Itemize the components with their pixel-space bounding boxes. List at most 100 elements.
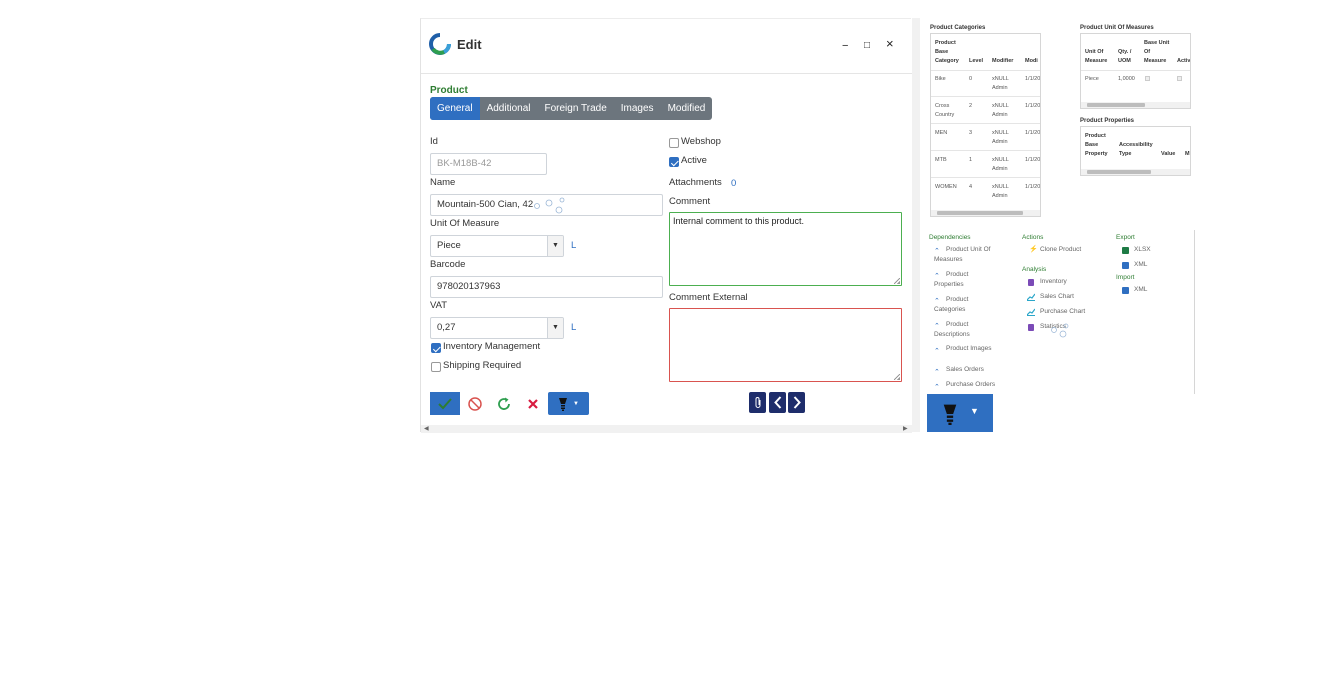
vat-select[interactable]: 0,27 ▼	[430, 317, 564, 339]
inventory-management-checkbox[interactable]	[431, 343, 441, 353]
caret-down-icon: ▼	[547, 318, 563, 338]
column-header[interactable]: Product Base Property	[1085, 132, 1119, 159]
chart-icon	[1027, 308, 1035, 316]
cell: 2	[969, 103, 973, 109]
cell: xNULL Admin	[992, 157, 1009, 172]
cell: WOMEN	[935, 184, 957, 190]
vertical-scrollbar[interactable]	[912, 18, 920, 432]
comment-external-textarea[interactable]	[669, 308, 902, 382]
column-header[interactable]: Level	[969, 57, 983, 66]
tab-general[interactable]: General	[430, 97, 480, 120]
row-divider	[931, 96, 1040, 97]
name-label: Name	[430, 177, 456, 188]
cell: MEN	[935, 130, 948, 136]
cell: 1	[969, 157, 973, 163]
column-header[interactable]: Modi	[1025, 57, 1038, 66]
report-icon	[1028, 279, 1034, 286]
refresh-icon	[497, 397, 510, 410]
chevron-left-icon	[773, 396, 781, 409]
webshop-checkbox[interactable]	[669, 138, 679, 148]
attachments-count-link[interactable]: 0	[731, 178, 736, 189]
menu-divider	[1194, 230, 1195, 394]
column-header[interactable]: Base Unit Of Measure	[1144, 39, 1170, 66]
window-title: Edit	[457, 37, 482, 52]
name-field[interactable]: Mountain-500 Cian, 42	[430, 194, 663, 216]
id-field: BK-M18B-42	[430, 153, 547, 175]
active-checkbox[interactable]	[669, 157, 679, 167]
grid-scrollbar[interactable]	[1081, 102, 1190, 108]
uom-panel-title: Product Unit Of Measures	[1080, 25, 1154, 31]
column-header[interactable]: Activ	[1177, 57, 1190, 66]
uom-select[interactable]: Piece ▼	[430, 235, 564, 257]
uom-grid: Unit Of Measure Qty. / UOM Base Unit Of …	[1080, 33, 1191, 109]
close-button[interactable]: ×	[886, 37, 894, 51]
previous-record-button[interactable]	[769, 392, 786, 413]
resize-grip-icon[interactable]	[894, 374, 900, 380]
active-label: Active	[681, 155, 707, 166]
resize-grip-icon[interactable]	[894, 278, 900, 284]
column-header[interactable]: Product Base Category	[935, 39, 969, 66]
cell: Piece	[1085, 76, 1099, 82]
tab-images[interactable]: Images	[614, 97, 661, 120]
id-label: Id	[430, 136, 438, 147]
tab-modified[interactable]: Modified	[661, 97, 713, 120]
horizontal-scrollbar[interactable]: ◀ ▶	[421, 425, 912, 433]
grid-scrollbar[interactable]	[1081, 169, 1190, 175]
caret-down-icon: ▼	[547, 236, 563, 256]
uom-label: Unit Of Measure	[430, 218, 500, 229]
maximize-button[interactable]: □	[864, 39, 870, 53]
tab-foreign-trade[interactable]: Foreign Trade	[538, 97, 614, 120]
cell: xNULL Admin	[992, 76, 1009, 91]
cell: 0	[969, 76, 973, 82]
chart-icon	[1027, 293, 1035, 301]
vat-lookup-link[interactable]: L	[571, 322, 576, 333]
cell: xNULL Admin	[992, 184, 1009, 199]
attach-button[interactable]	[749, 392, 766, 413]
barcode-label: Barcode	[430, 259, 466, 270]
delete-button[interactable]	[518, 392, 547, 415]
column-header[interactable]: Value	[1161, 150, 1175, 159]
x-icon	[527, 398, 538, 409]
reload-button[interactable]	[489, 392, 518, 415]
minimize-button[interactable]: −	[842, 39, 848, 53]
grid-scrollbar[interactable]	[931, 210, 1040, 216]
row-divider	[931, 123, 1040, 124]
app-logo-icon	[429, 33, 451, 55]
shipping-required-checkbox[interactable]	[431, 362, 441, 372]
cell: Bike	[935, 76, 946, 82]
column-header[interactable]: Qty. / UOM	[1118, 48, 1140, 66]
xml-file-icon	[1122, 262, 1129, 269]
cell: 1/1/20	[1025, 184, 1041, 190]
column-header[interactable]: M	[1185, 150, 1190, 159]
cell: 3	[969, 130, 973, 136]
section-title: Product	[430, 85, 468, 96]
cell: 1/1/20	[1025, 130, 1041, 136]
cancel-button[interactable]	[460, 392, 489, 415]
uom-lookup-link[interactable]: L	[571, 240, 576, 251]
tab-bar: General Additional Foreign Trade Images …	[430, 97, 713, 120]
check-icon	[438, 397, 452, 409]
window-header: Edit − □ ×	[421, 19, 912, 74]
options-menu-button-large[interactable]: ▼	[927, 394, 993, 432]
column-header[interactable]: Modifier	[992, 57, 1013, 66]
barcode-field[interactable]: 978020137963	[430, 276, 663, 298]
column-header[interactable]: Accessibility Type	[1119, 141, 1155, 159]
export-heading: Export	[1116, 234, 1135, 241]
row-divider	[931, 70, 1040, 71]
column-header[interactable]: Unit Of Measure	[1085, 48, 1111, 66]
uom-value: Piece	[437, 240, 461, 251]
properties-panel-title: Product Properties	[1080, 118, 1135, 124]
caret-down-icon: ▼	[573, 400, 579, 407]
save-button[interactable]	[430, 392, 460, 415]
scroll-left-icon[interactable]: ◀	[424, 425, 429, 433]
next-record-button[interactable]	[788, 392, 805, 413]
actions-heading: Actions	[1022, 234, 1044, 241]
inventory-management-label: Inventory Management	[443, 341, 541, 352]
scroll-right-icon[interactable]: ▶	[903, 425, 908, 433]
tab-additional[interactable]: Additional	[480, 97, 538, 120]
cell: xNULL Admin	[992, 103, 1009, 118]
options-menu-button[interactable]: ▼	[548, 392, 589, 415]
comment-textarea[interactable]: Internal comment to this product.	[669, 212, 902, 286]
comment-label: Comment	[669, 196, 711, 207]
cell: Cross Country	[935, 103, 955, 118]
